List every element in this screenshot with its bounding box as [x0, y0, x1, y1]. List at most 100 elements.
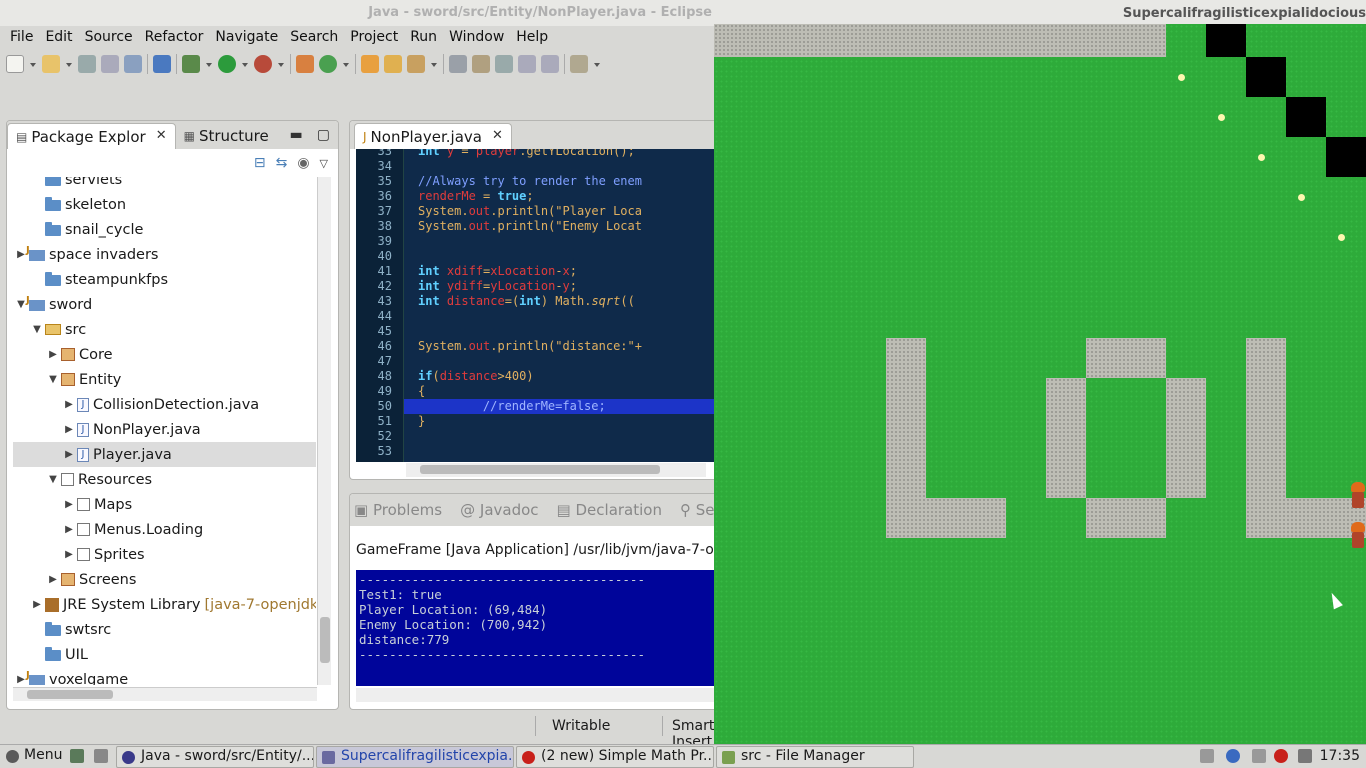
tab-problems[interactable]: ▣ Problems	[354, 501, 442, 519]
tree-item[interactable]: ▶ J NonPlayer.java	[13, 417, 316, 442]
new-class-dropdown-icon[interactable]	[342, 55, 350, 73]
horizontal-scrollbar[interactable]	[356, 688, 714, 702]
tree-item[interactable]: ▼sword	[13, 292, 316, 317]
debug-dropdown-icon[interactable]	[205, 55, 213, 73]
start-menu-button[interactable]: Menu	[2, 746, 66, 768]
chevron-down-icon[interactable]: ▼	[45, 374, 61, 385]
tab-declaration[interactable]: ▤ Declaration	[557, 501, 662, 519]
taskbar-item-game[interactable]: Supercalifragilisticexpia...	[316, 746, 514, 768]
vertical-scrollbar[interactable]	[317, 177, 331, 685]
tab-search[interactable]: ⚲ Search	[680, 501, 714, 519]
view-menu-icon[interactable]: ▽	[320, 157, 328, 170]
maximize-icon[interactable]: ▢	[317, 127, 330, 143]
code-area[interactable]: 33 34 35 36 37 38 39 40 41 42 43 44 45 46 47 48 49 50 51 52…	[356, 149, 714, 462]
search-dropdown-icon[interactable]	[430, 55, 438, 73]
new-java-project-icon[interactable]	[296, 55, 314, 73]
horizontal-scrollbar[interactable]	[406, 463, 706, 477]
tree-item[interactable]: swtsrc	[13, 617, 316, 642]
tab-structure[interactable]: ▦ Structure	[176, 123, 277, 149]
next-annotation-icon[interactable]	[449, 55, 467, 73]
tree-item[interactable]: ▶ J CollisionDetection.java	[13, 392, 316, 417]
close-icon[interactable]: ✕	[156, 128, 167, 143]
toggle-mark-occurrences-icon[interactable]	[472, 55, 490, 73]
menu-search[interactable]: Search	[284, 29, 344, 45]
terminal-icon[interactable]	[70, 749, 84, 763]
run-icon[interactable]	[218, 55, 236, 73]
menu-edit[interactable]: Edit	[39, 29, 78, 45]
run-dropdown-icon[interactable]	[241, 55, 249, 73]
link-with-editor-icon[interactable]: ⇆	[276, 155, 288, 171]
scroll-thumb[interactable]	[320, 617, 330, 663]
show-whitespace-icon[interactable]	[518, 55, 536, 73]
save-icon[interactable]	[78, 55, 96, 73]
battery-icon[interactable]	[1298, 749, 1312, 763]
show-selected-element-icon[interactable]	[541, 55, 559, 73]
chevron-right-icon[interactable]: ▶	[45, 349, 61, 360]
tab-package-explorer[interactable]: ▤ Package Explor ✕	[7, 123, 176, 149]
search-icon[interactable]	[407, 55, 425, 73]
new-class-icon[interactable]	[319, 55, 337, 73]
scroll-thumb[interactable]	[420, 465, 660, 474]
tree-item[interactable]: ▶ Sprites	[13, 542, 316, 567]
tree-item[interactable]: ▶ J Player.java	[13, 442, 316, 467]
tree-item[interactable]: ▶ Maps	[13, 492, 316, 517]
menu-refactor[interactable]: Refactor	[139, 29, 210, 45]
tree-item[interactable]: ▶space invaders	[13, 242, 316, 267]
tree-item[interactable]: ▼ src	[13, 317, 316, 342]
external-tools-dropdown-icon[interactable]	[277, 55, 285, 73]
console-output[interactable]: -------------------------------------- T…	[356, 570, 714, 686]
chevron-right-icon[interactable]: ▶	[61, 549, 77, 560]
back-dropdown-icon[interactable]	[593, 55, 601, 73]
game-canvas[interactable]	[714, 24, 1366, 744]
debug-icon[interactable]	[182, 55, 200, 73]
close-icon[interactable]: ✕	[492, 128, 503, 143]
open-task-icon[interactable]	[384, 55, 402, 73]
chevron-right-icon[interactable]: ▶	[45, 574, 61, 585]
taskbar-item-browser[interactable]: (2 new) Simple Math Pr...	[516, 746, 714, 768]
horizontal-scrollbar[interactable]	[13, 687, 317, 701]
skip-breakpoints-icon[interactable]	[153, 55, 171, 73]
tree-item[interactable]: ▶ JRE System Library[java-7-openjdk-am	[13, 592, 316, 617]
focus-icon[interactable]: ◉	[297, 155, 309, 171]
external-tools-icon[interactable]	[254, 55, 272, 73]
menu-window[interactable]: Window	[443, 29, 510, 45]
tree-item[interactable]: ▼ Resources	[13, 467, 316, 492]
menu-project[interactable]: Project	[344, 29, 404, 45]
new-icon[interactable]	[6, 55, 24, 73]
scroll-thumb[interactable]	[27, 690, 113, 699]
chevron-right-icon[interactable]: ▶	[29, 599, 45, 610]
tree-item[interactable]: skeleton	[13, 192, 316, 217]
tree-item[interactable]: ▶ Screens	[13, 567, 316, 592]
chevron-down-icon[interactable]: ▼	[29, 324, 45, 335]
chevron-right-icon[interactable]: ▶	[61, 424, 77, 435]
menu-file[interactable]: File	[4, 29, 39, 45]
tab-nonplayer-java[interactable]: J NonPlayer.java ✕	[354, 123, 512, 149]
chevron-right-icon[interactable]: ▶	[61, 524, 77, 535]
print-icon[interactable]	[124, 55, 142, 73]
tree-item[interactable]: snail_cycle	[13, 217, 316, 242]
save-all-icon[interactable]	[101, 55, 119, 73]
chevron-down-icon[interactable]: ▼	[45, 474, 61, 485]
tree-item[interactable]: UIL	[13, 642, 316, 667]
minimize-icon[interactable]: ▬	[290, 127, 303, 143]
chevron-right-icon[interactable]: ▶	[61, 449, 77, 460]
tree-item[interactable]: ▶voxelgame	[13, 667, 316, 685]
taskbar-item-file-manager[interactable]: src - File Manager	[716, 746, 914, 768]
tree-item[interactable]: ▼ Entity	[13, 367, 316, 392]
toggle-block-selection-icon[interactable]	[495, 55, 513, 73]
show-desktop-icon[interactable]	[94, 749, 108, 763]
network-signal-icon[interactable]	[1252, 749, 1266, 763]
volume-icon[interactable]	[1200, 749, 1214, 763]
new-package-dropdown-icon[interactable]	[65, 55, 73, 73]
shield-icon[interactable]	[1226, 749, 1240, 763]
tree-item[interactable]: steampunkfps	[13, 267, 316, 292]
back-icon[interactable]	[570, 55, 588, 73]
menu-help[interactable]: Help	[510, 29, 554, 45]
chevron-right-icon[interactable]: ▶	[61, 499, 77, 510]
tree-item[interactable]: ▶ Core	[13, 342, 316, 367]
tree-item[interactable]: ▶ Menus.Loading	[13, 517, 316, 542]
tree-item[interactable]: servlets	[13, 177, 316, 192]
menu-run[interactable]: Run	[404, 29, 443, 45]
taskbar-item-eclipse[interactable]: Java - sword/src/Entity/...	[116, 746, 314, 768]
opera-tray-icon[interactable]	[1274, 749, 1288, 763]
